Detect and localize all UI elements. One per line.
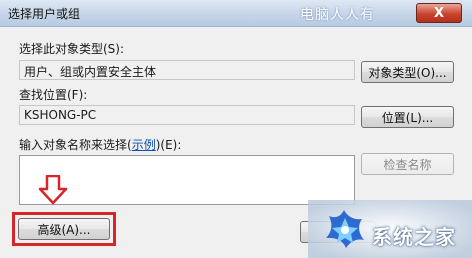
red-arrow-down-icon xyxy=(38,175,68,205)
locations-button[interactable]: 位置(L)... xyxy=(361,106,454,128)
select-users-dialog: 选择用户或组 电脑人人有 X 选择此对象类型(S): 用户、组或内置安全主体 对… xyxy=(0,0,472,258)
location-field: KSHONG-PC xyxy=(19,105,355,125)
window-title: 选择用户或组 xyxy=(8,7,81,21)
watermark-text-top: 电脑人人有 xyxy=(300,7,375,23)
object-type-field: 用户、组或内置安全主体 xyxy=(19,60,355,80)
object-types-button[interactable]: 对象类型(O)... xyxy=(361,61,454,83)
title-bar[interactable]: 选择用户或组 电脑人人有 X xyxy=(0,0,472,27)
examples-link[interactable]: 示例 xyxy=(132,138,156,152)
advanced-button[interactable]: 高级(A)... xyxy=(18,218,110,240)
location-label: 查找位置(F): xyxy=(19,88,88,102)
object-names-label-suffix: )(E): xyxy=(155,138,182,152)
object-names-label-prefix: 输入对象名称来选择( xyxy=(19,138,132,152)
close-icon: X xyxy=(433,5,445,21)
object-type-label: 选择此对象类型(S): xyxy=(19,42,125,56)
object-names-label: 输入对象名称来选择(示例)(E): xyxy=(19,136,181,153)
watermark-brand-text: 系统之家 xyxy=(372,225,456,249)
close-button[interactable]: X xyxy=(416,3,462,23)
object-names-input[interactable] xyxy=(19,155,355,205)
check-names-button[interactable]: 检查名称 xyxy=(361,153,454,175)
